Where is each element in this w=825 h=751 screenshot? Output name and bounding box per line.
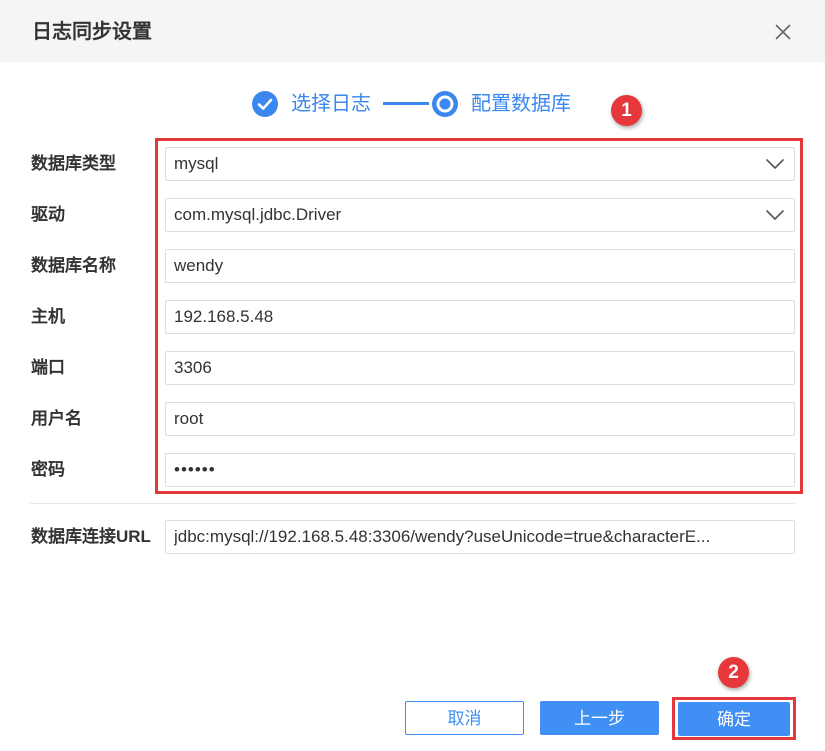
- db-name-input[interactable]: [165, 249, 795, 283]
- dialog-title: 日志同步设置: [32, 21, 152, 43]
- db-type-label: 数据库类型: [31, 154, 116, 173]
- annotation-badge-2: 2: [718, 657, 749, 688]
- confirm-button[interactable]: 确定: [678, 702, 790, 736]
- chevron-down-icon: [766, 210, 784, 220]
- password-input[interactable]: [165, 453, 795, 487]
- username-label: 用户名: [31, 409, 82, 428]
- step-connector: [383, 102, 429, 105]
- chevron-down-icon: [766, 159, 784, 169]
- divider: [30, 503, 795, 504]
- dialog-header: 日志同步设置: [0, 0, 825, 62]
- host-input[interactable]: [165, 300, 795, 334]
- db-type-select[interactable]: mysql: [165, 147, 795, 181]
- db-url-input[interactable]: [165, 520, 795, 554]
- radio-dot-icon: [432, 91, 458, 117]
- host-label: 主机: [31, 307, 65, 326]
- port-input[interactable]: [165, 351, 795, 385]
- username-input[interactable]: [165, 402, 795, 436]
- annotation-badge-1: 1: [611, 95, 642, 126]
- driver-label: 驱动: [31, 205, 65, 224]
- db-url-label: 数据库连接URL: [31, 527, 151, 546]
- port-label: 端口: [31, 358, 65, 377]
- driver-select[interactable]: com.mysql.jdbc.Driver: [165, 198, 795, 232]
- previous-step-button[interactable]: 上一步: [540, 701, 659, 735]
- close-button[interactable]: [770, 19, 796, 45]
- db-type-value: mysql: [174, 154, 219, 173]
- driver-value: com.mysql.jdbc.Driver: [174, 205, 342, 224]
- cancel-button[interactable]: 取消: [405, 701, 524, 735]
- close-icon: [775, 24, 791, 40]
- check-circle-icon: [252, 91, 278, 117]
- db-name-label: 数据库名称: [31, 256, 116, 275]
- password-label: 密码: [31, 460, 65, 479]
- step-select-log-label: 选择日志: [291, 93, 371, 115]
- step-config-db-label: 配置数据库: [471, 93, 571, 115]
